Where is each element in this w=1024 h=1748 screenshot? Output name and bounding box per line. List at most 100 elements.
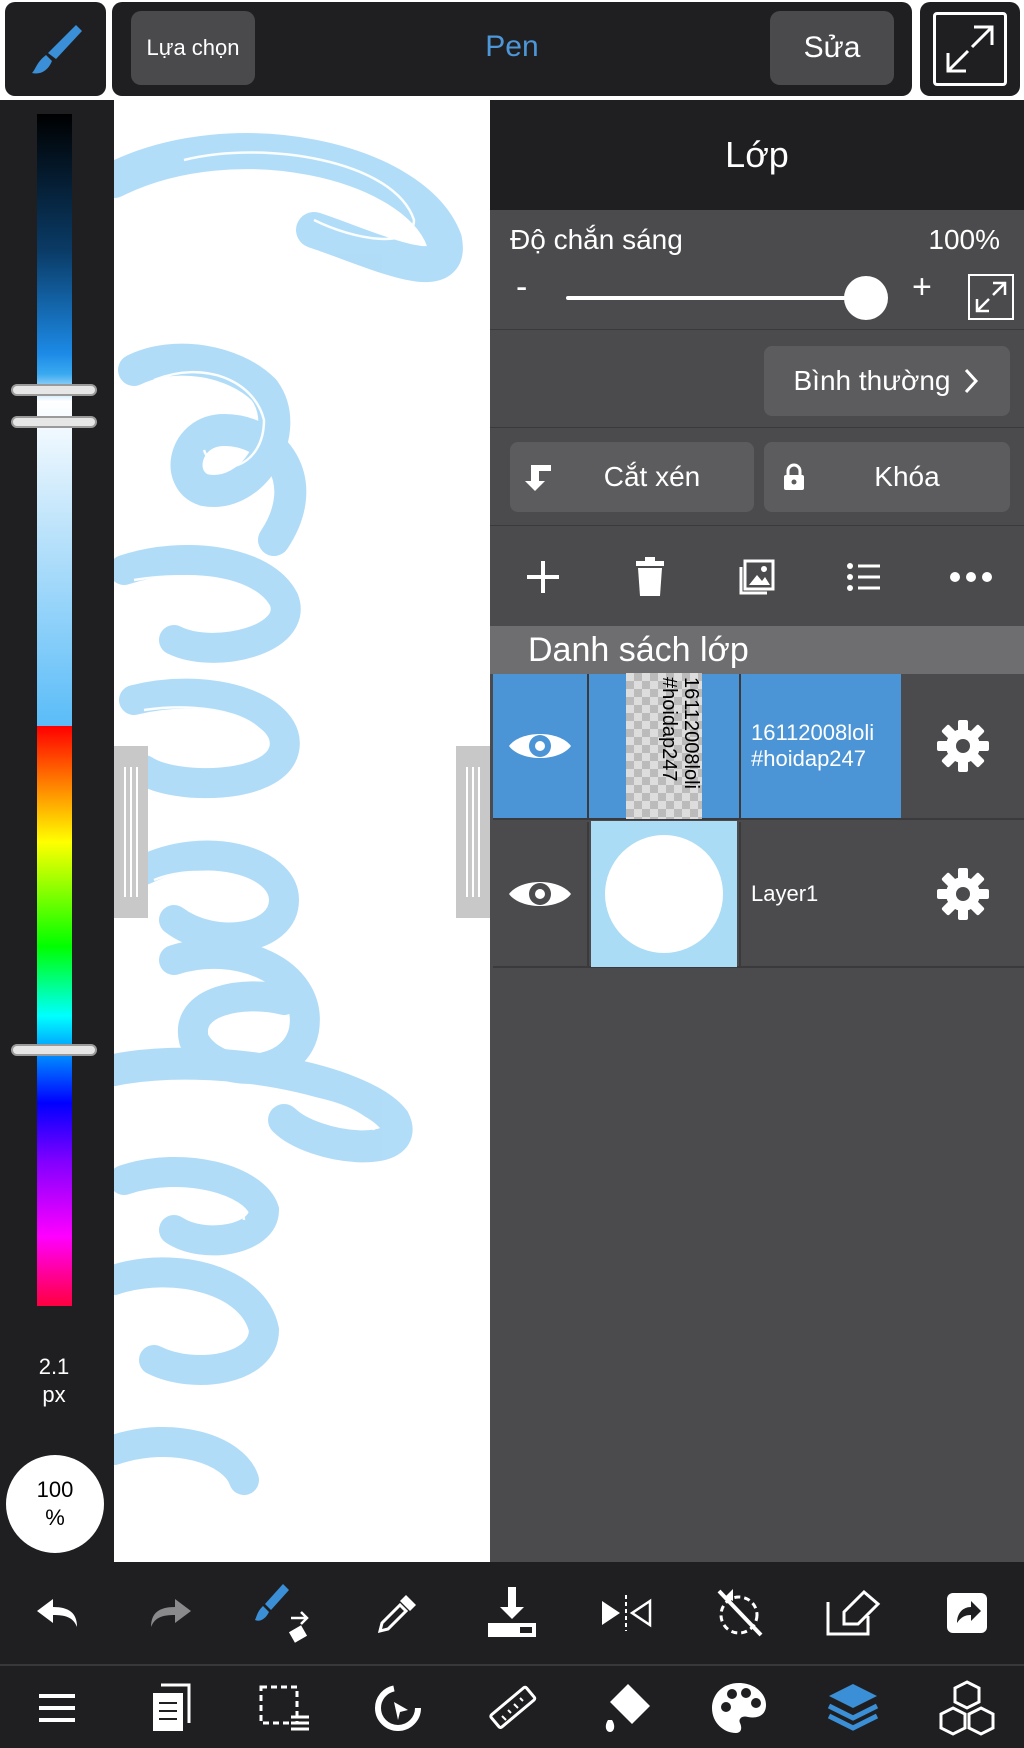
opacity-expand-button[interactable]: [968, 274, 1014, 320]
brightness-handle-bottom[interactable]: [11, 416, 97, 428]
save-download-button[interactable]: [477, 1578, 547, 1648]
clipping-label: Cắt xén: [603, 461, 701, 492]
layer-opacity-slider[interactable]: [566, 296, 866, 300]
hue-handle[interactable]: [11, 1044, 97, 1056]
lock-button[interactable]: Khóa: [764, 442, 1010, 512]
list-icon: [846, 563, 880, 591]
eyedropper-button[interactable]: [363, 1578, 433, 1648]
brush-opacity[interactable]: 100 %: [6, 1455, 104, 1553]
trash-icon: [636, 557, 665, 596]
layer-name-line2: #hoidap247: [751, 746, 867, 771]
layer-opacity-label: Độ chắn sáng: [510, 224, 683, 255]
visibility-toggle[interactable]: [493, 674, 589, 818]
rotation-lock-button[interactable]: [704, 1578, 774, 1648]
layers-button[interactable]: [818, 1673, 888, 1743]
main-menu-button[interactable]: [22, 1673, 92, 1743]
share-icon: [947, 1593, 987, 1633]
layer-name[interactable]: Layer1: [741, 822, 901, 966]
brush-swap-icon: [255, 1584, 310, 1643]
blend-mode-row: Bình thường: [490, 330, 1024, 428]
bottom-toolbar: [0, 1562, 1024, 1748]
undo-icon: [36, 1599, 77, 1627]
ruler-tool-button[interactable]: [477, 1673, 547, 1743]
brush-size[interactable]: 2.1 px: [0, 1353, 108, 1409]
layer-thumbnail-image: [591, 821, 737, 967]
layer-tools-row: [490, 528, 1024, 626]
eye-icon: [509, 882, 571, 906]
pages-button[interactable]: [136, 1673, 206, 1743]
current-tool-name[interactable]: Pen: [412, 30, 612, 64]
app-root: Lựa chọn Pen Sửa 2.1 px 100 % Lớp Độ chắ…: [0, 0, 1024, 1748]
brush-size-unit: px: [42, 1382, 66, 1407]
layer-name[interactable]: 16112008loli #hoidap247: [741, 674, 901, 818]
layer-row-selected[interactable]: 16112008loli #hoidap247 16112008loli #ho…: [493, 673, 1024, 820]
eyedropper-icon: [378, 1595, 417, 1634]
transform-tool-button[interactable]: [363, 1673, 433, 1743]
opacity-decrease-button[interactable]: -: [516, 268, 527, 307]
layer-row[interactable]: Layer1: [493, 821, 1024, 968]
thumbnail-text-line2: #hoidap247: [658, 677, 680, 782]
image-icon: [739, 559, 775, 595]
undo-button[interactable]: [22, 1578, 92, 1648]
fill-tool-button[interactable]: [591, 1673, 661, 1743]
eraser-icon: [826, 1589, 881, 1636]
fill-icon: [605, 1684, 650, 1732]
layer-thumbnail-image: 16112008loli #hoidap247: [626, 673, 702, 819]
layer-settings-button[interactable]: [901, 674, 1024, 818]
fullscreen-button[interactable]: [920, 2, 1020, 96]
layer-panel-title: Lớp: [490, 100, 1024, 210]
edit-button[interactable]: Sửa: [770, 11, 894, 85]
image-layer-button[interactable]: [727, 547, 787, 607]
clipping-button[interactable]: Cắt xén: [510, 442, 754, 512]
tool-header: Lựa chọn Pen Sửa: [112, 2, 912, 96]
top-bar: Lựa chọn Pen Sửa: [0, 0, 1024, 100]
canvas-left-grip[interactable]: [114, 746, 148, 918]
layer-opacity-thumb[interactable]: [844, 276, 888, 320]
lock-label: Khóa: [874, 461, 940, 492]
visibility-toggle[interactable]: [493, 822, 589, 966]
layer-list-button[interactable]: [834, 547, 894, 607]
color-palette-button[interactable]: [704, 1673, 774, 1743]
clipping-arrow-icon: [525, 465, 551, 491]
gear-icon: [936, 868, 989, 920]
canvas-right-grip[interactable]: [456, 746, 490, 918]
brightness-slider[interactable]: [37, 114, 72, 798]
blend-mode-button[interactable]: Bình thường: [764, 346, 1010, 416]
opacity-increase-button[interactable]: +: [912, 268, 932, 307]
download-icon: [487, 1587, 536, 1637]
delete-layer-button[interactable]: [620, 547, 680, 607]
brush-eraser-swap-button[interactable]: [249, 1578, 319, 1648]
rotate-off-icon: [718, 1589, 763, 1637]
color-panel: 2.1 px 100 %: [0, 100, 114, 1562]
palette-icon: [712, 1683, 767, 1733]
thumbnail-text-line1: 16112008loli: [680, 677, 702, 789]
layer-thumbnail[interactable]: 16112008loli #hoidap247: [589, 673, 741, 819]
expand-icon: [975, 281, 1007, 313]
lock-icon: [784, 463, 804, 490]
layer-list-header: Danh sách lớp: [490, 626, 1024, 674]
hue-slider[interactable]: [37, 726, 72, 1306]
brightness-handle-top[interactable]: [11, 384, 97, 396]
share-button[interactable]: [932, 1578, 1002, 1648]
more-icon: [949, 572, 992, 582]
layer-thumbnail[interactable]: [589, 821, 741, 967]
ruler-icon: [489, 1685, 537, 1729]
clear-layer-button[interactable]: [818, 1578, 888, 1648]
flip-icon: [601, 1595, 651, 1631]
add-layer-button[interactable]: [513, 547, 573, 607]
redo-icon: [150, 1599, 191, 1627]
brush-tool-button[interactable]: [5, 2, 106, 96]
flip-canvas-button[interactable]: [591, 1578, 661, 1648]
layer-panel: Lớp Độ chắn sáng 100% - + Bình thường Cắ…: [490, 100, 1024, 1562]
layer-settings-button[interactable]: [901, 822, 1024, 966]
more-options-button[interactable]: [941, 547, 1001, 607]
brush-opacity-unit: %: [45, 1505, 65, 1530]
redo-button[interactable]: [136, 1578, 206, 1648]
materials-button[interactable]: [932, 1673, 1002, 1743]
drawing-canvas[interactable]: [114, 100, 490, 1562]
materials-icon: [939, 1680, 995, 1736]
selection-button[interactable]: Lựa chọn: [131, 11, 255, 85]
layer-name-line1: 16112008loli: [751, 720, 875, 745]
selection-tool-button[interactable]: [249, 1673, 319, 1743]
eye-icon: [509, 734, 571, 758]
